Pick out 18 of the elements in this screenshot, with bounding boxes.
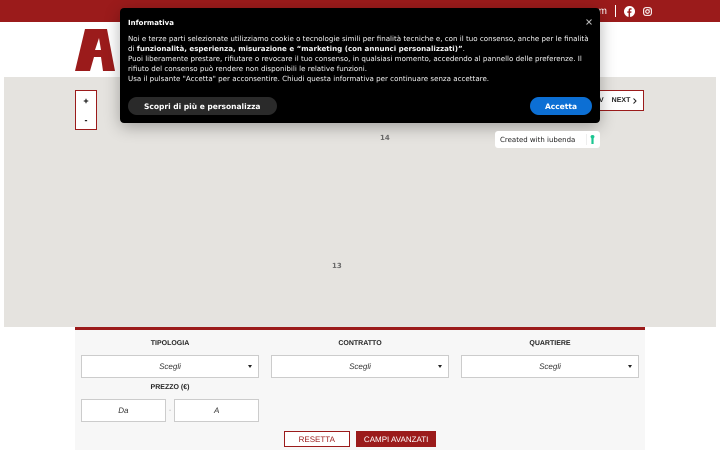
- facebook-icon[interactable]: [624, 6, 635, 16]
- brand-icon: [590, 135, 595, 144]
- input-field[interactable]: A: [174, 399, 260, 422]
- caret-icon: [628, 365, 632, 368]
- zoom-in-button[interactable]: +: [76, 91, 96, 110]
- zoom-out-button[interactable]: -: [76, 110, 96, 129]
- caret-icon: [438, 365, 442, 368]
- select-field[interactable]: Scegli: [81, 355, 259, 378]
- reset-button[interactable]: RESETTA: [284, 431, 350, 447]
- instagram-icon[interactable]: [643, 6, 652, 16]
- input-field[interactable]: Da: [80, 399, 166, 422]
- caret-icon: [248, 365, 252, 368]
- advanced-fields-button[interactable]: CAMPI AVANZATI: [356, 431, 436, 447]
- close-icon[interactable]: [586, 19, 592, 25]
- logo-icon[interactable]: [75, 28, 115, 70]
- chevron-right-icon: [633, 98, 638, 104]
- select-field[interactable]: Scegli: [461, 355, 639, 378]
- select-field[interactable]: Scegli: [271, 355, 449, 378]
